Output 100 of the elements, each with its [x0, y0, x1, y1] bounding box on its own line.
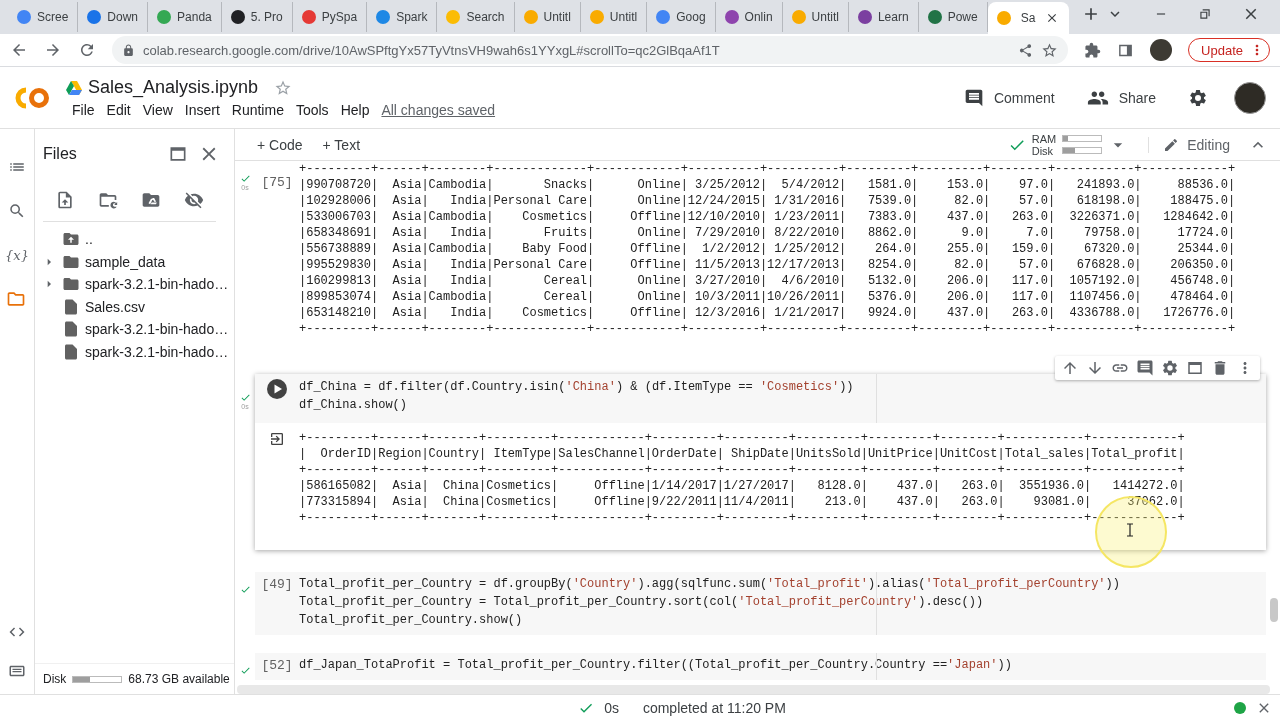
variables-icon[interactable]: {x} [5, 247, 29, 263]
settings-icon[interactable] [1188, 87, 1208, 108]
file-icon [62, 297, 80, 316]
browser-tab[interactable]: Untitl [782, 2, 849, 32]
check-icon [239, 392, 251, 403]
notebook-cell[interactable]: [52] df_Japan_TotaProfit = Total_profit_per_Country.filter((Total_profit_per_Country.Country =='Japan')) [255, 653, 1266, 680]
pencil-icon [1163, 136, 1180, 153]
save-status-link[interactable]: All changes saved [381, 102, 496, 118]
menu-item[interactable]: Edit [100, 102, 137, 118]
add-code-button[interactable]: + Code [249, 136, 311, 153]
comment-icon[interactable] [1136, 359, 1154, 377]
file-icon [62, 342, 80, 361]
output-line: |102928006| Asia| India|Personal Care| Online|12/24/2015| 1/31/2016| 7539.0| 82.0| 57.0| 618198.0| 188475.0| [299, 193, 1237, 209]
meter-label: Disk [1031, 144, 1055, 157]
menu-item[interactable]: Runtime [225, 102, 290, 118]
tree-item[interactable]: sample_data [35, 250, 166, 273]
mirror-cell-icon[interactable] [1186, 359, 1204, 377]
check-icon [239, 584, 251, 595]
output-line: |995529830| Asia| India|Personal Care| Offline| 11/5/2013|12/17/2013| 8254.0| 82.0| 57.0| 676828.0| 206350.0| [299, 257, 1237, 273]
output-line: |990708720| Asia|Cambodia| Snacks| Online| 3/25/2012| 5/4/2012| 1581.0| 153.0| 97.0| 241893.0| 88536.0| [299, 177, 1237, 193]
refresh-folder-icon[interactable] [97, 190, 118, 210]
avatar[interactable] [1150, 39, 1173, 61]
browser-tab[interactable]: Goog [647, 2, 716, 32]
output-line: +---------+------+--------+-------------+------------+----------+----------+---------+---------+--------+-----------+------------+ [299, 161, 1237, 177]
notebook-cell[interactable] [255, 572, 1266, 635]
browser-tab[interactable]: Powe [918, 2, 988, 32]
execution-count: [49] [261, 576, 293, 594]
vertical-scrollbar[interactable] [1270, 598, 1278, 622]
browser-tab[interactable]: Spark [367, 2, 438, 32]
browser-tab[interactable]: Panda [148, 2, 222, 32]
run-button[interactable] [267, 379, 287, 399]
settings-icon[interactable] [1161, 359, 1179, 377]
code-line: df_China = df.filter(df.Country.isin('China') & (df.ItemType == 'Cosmetics')) [299, 379, 855, 396]
window-icon[interactable] [168, 144, 188, 164]
restore-icon[interactable] [1198, 7, 1212, 21]
output-line: | OrderID|Region|Country| ItemType|SalesChannel|OrderDate| ShipDate|UnitsSold|UnitPrice|UnitCost|Total_sales|Total_profit| [299, 446, 1186, 462]
output-line: +---------+------+--------+-------------+------------+----------+----------+---------+---------+--------+-----------+------------+ [299, 321, 1237, 337]
check-icon [239, 173, 251, 184]
output-line: +---------+------+-------+---------+------------+---------+---------+---------+---------+--------+-----------+------------+ [299, 462, 1186, 478]
address-field[interactable]: colab.research.google.com/drive/10AwSPftgYx57TyVtnsVH9wah6s1YYxgL#scrollTo=qc2GlBqaAf1T [112, 36, 1069, 64]
tree-item[interactable]: spark-3.2.1-bin-hado… [35, 273, 229, 296]
notebook-title[interactable]: Sales_Analysis.ipynb [88, 77, 259, 98]
output-line: |653148210| Asia| India| Cosmetics| Offline| 12/3/2016| 1/21/2017| 9924.0| 437.0| 263.0| 4336788.0| 1726776.0| [299, 305, 1237, 321]
menu-item[interactable]: File [66, 102, 101, 118]
connected-dot [1234, 701, 1246, 714]
output-line: +---------+------+-------+---------+------------+---------+---------+---------+---------+--------+-----------+------------+ [299, 430, 1186, 446]
browser-tab[interactable]: Scree [8, 2, 79, 32]
lock-icon [122, 43, 135, 57]
reload-icon[interactable] [78, 41, 96, 59]
execution-count: [52] [261, 657, 293, 675]
output-line: |586165082| Asia| China|Cosmetics| Offline|1/14/2017|1/27/2017| 8128.0| 437.0| 263.0| 3551936.0| 1414272.0| [299, 478, 1186, 494]
output-line: |160299813| Asia| India| Cereal| Online| 3/27/2010| 4/6/2010| 5132.0| 206.0| 117.0| 1057192.0| 456748.0| [299, 273, 1237, 289]
browser-tab[interactable]: PySpa [292, 2, 368, 32]
file-icon [62, 320, 80, 339]
share-button[interactable]: Share [1086, 86, 1156, 109]
code-line: Total_profit_per_Country = Total_profit_per_Country.sort(col('Total_profit_perCountry').desc()) [299, 594, 985, 611]
editing-mode-button[interactable]: Editing [1148, 136, 1244, 153]
disk-available-text: 68.73 GB available [128, 672, 230, 686]
url-text: colab.research.google.com/drive/10AwSPftgYx57TyVtnsVH9wah6s1YYxgL#scrollTo=qc2GlBqaAf1T [143, 42, 721, 58]
browser-tab[interactable]: 5. Pro [221, 2, 293, 32]
menu-item[interactable]: Insert [178, 102, 226, 118]
output-line: |899853074| Asia|Cambodia| Cereal| Online| 10/3/2011|10/26/2011| 5376.0| 206.0| 117.0| 1107456.0| 478464.0| [299, 289, 1237, 305]
comment-icon [963, 87, 984, 108]
eye-off-icon[interactable] [184, 190, 205, 210]
horizontal-scrollbar[interactable] [237, 685, 1270, 694]
tree-item[interactable]: .. [35, 228, 93, 251]
star-icon[interactable] [1041, 41, 1059, 59]
browser-tab[interactable]: Learn [848, 2, 919, 32]
output-line: |556738889| Asia|Cambodia| Baby Food| Offline| 1/2/2012| 1/25/2012| 264.0| 255.0| 159.0| 67320.0| 25344.0| [299, 241, 1237, 257]
output-icon[interactable] [269, 431, 285, 447]
status-message: completed at 11:20 PM [642, 699, 786, 716]
tree-item[interactable]: spark-3.2.1-bin-hado… [35, 318, 229, 341]
add-text-button[interactable]: + Text [314, 136, 369, 153]
menu-item[interactable]: Tools [289, 102, 335, 118]
browser-tab[interactable]: Untitl [514, 2, 581, 32]
tree-item[interactable]: spark-3.2.1-bin-hado… [35, 340, 229, 363]
disk-label: Disk [43, 672, 67, 686]
forward-icon[interactable] [44, 41, 62, 59]
browser-tab[interactable]: Untitl [580, 2, 648, 32]
tree-item[interactable]: Sales.csv [35, 295, 145, 318]
menu-item[interactable]: View [136, 102, 179, 118]
panel-title: Files [43, 145, 78, 163]
browser-tab[interactable]: Sa [987, 2, 1070, 34]
avatar[interactable] [1234, 81, 1266, 114]
menu-item[interactable]: Help [334, 102, 376, 118]
duration-text: 0s [604, 699, 619, 716]
browser-tab[interactable]: Search [437, 2, 515, 32]
output-line: |658348691| Asia| India| Fruits| Online| 7/29/2010| 8/22/2010| 8862.0| 9.0| 7.0| 79758.0| 17724.0| [299, 225, 1237, 241]
comment-button[interactable]: Comment [963, 87, 1055, 108]
drive-icon [66, 80, 82, 95]
search-icon[interactable] [8, 202, 26, 220]
puzzle-icon[interactable] [1084, 41, 1102, 59]
browser-tab[interactable]: Down [78, 2, 149, 32]
text-cursor-icon [1126, 523, 1134, 537]
code-line: df_Japan_TotaProfit = Total_profit_per_Country.filter((Total_profit_per_Country.Country =='Japan')) [299, 657, 1013, 674]
drive-folder-icon[interactable] [141, 190, 162, 210]
browser-tab[interactable]: Onlin [715, 2, 783, 32]
arrow-down-icon[interactable] [1086, 359, 1104, 377]
share-icon[interactable] [1018, 42, 1034, 58]
code-line: Total_profit_per_Country.show() [299, 612, 524, 629]
